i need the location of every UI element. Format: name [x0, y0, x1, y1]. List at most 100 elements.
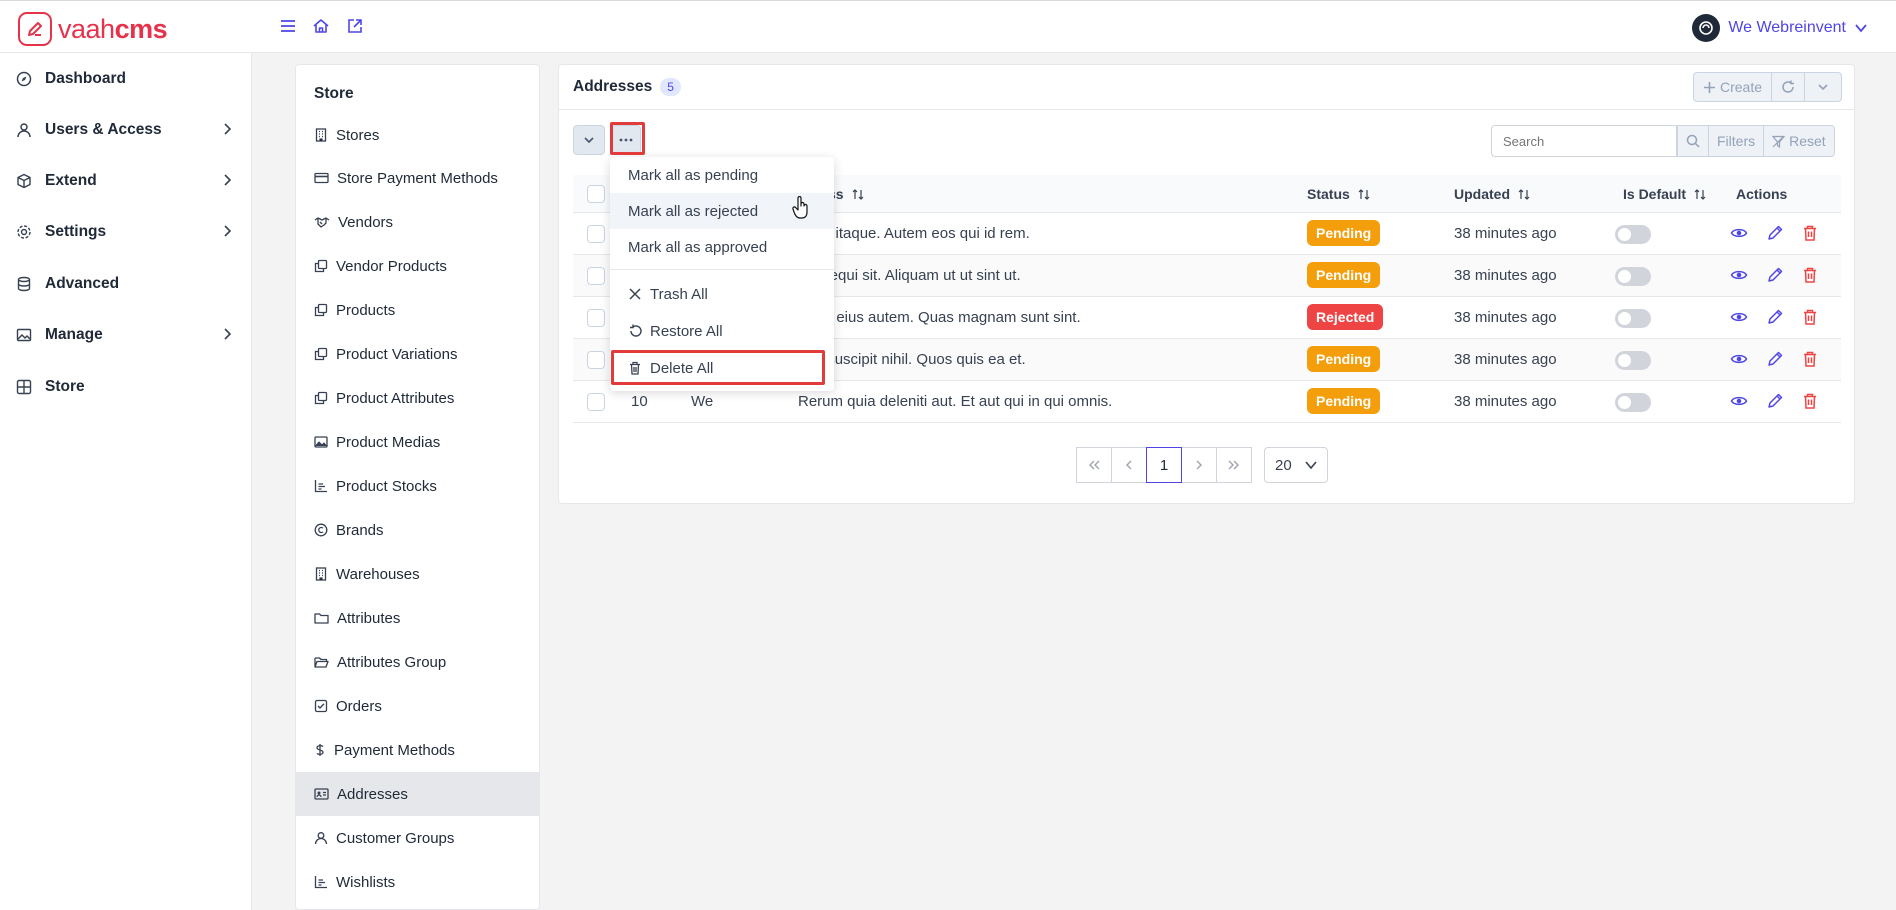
edit-icon[interactable]: [1766, 350, 1784, 368]
sidebar-item-dashboard[interactable]: Dashboard: [0, 59, 252, 99]
store-menu-item-orders[interactable]: Orders: [296, 684, 539, 728]
store-menu-item-store-payment-methods[interactable]: Store Payment Methods: [296, 156, 539, 200]
external-link-icon[interactable]: [346, 17, 364, 35]
edit-icon[interactable]: [1766, 224, 1784, 242]
restore-all-item[interactable]: Restore All: [610, 313, 834, 349]
search-button[interactable]: [1678, 126, 1709, 156]
mark-all-pending-item[interactable]: Mark all as pending: [610, 157, 834, 193]
cube-icon: [17, 173, 31, 189]
store-menu-item-product-stocks[interactable]: Product Stocks: [296, 464, 539, 508]
is-default-column-header[interactable]: Is Default: [1623, 186, 1706, 202]
row-checkbox[interactable]: [587, 393, 605, 411]
view-icon[interactable]: [1730, 392, 1748, 410]
logo[interactable]: vaahcms: [18, 12, 168, 46]
user-menu[interactable]: We Webreinvent: [1692, 14, 1868, 42]
view-icon[interactable]: [1730, 224, 1748, 242]
sidebar-item-store[interactable]: Store: [0, 367, 252, 407]
sidebar-item-extend[interactable]: Extend: [0, 161, 252, 201]
card-header: Addresses 5 Create: [559, 65, 1854, 110]
first-page-button[interactable]: [1076, 447, 1112, 483]
select-all-checkbox[interactable]: [587, 185, 605, 203]
store-menu-item-vendors[interactable]: Vendors: [296, 200, 539, 244]
chevron-right-icon: [224, 123, 232, 135]
row-checkbox[interactable]: [587, 351, 605, 369]
home-icon[interactable]: [312, 17, 330, 35]
view-icon[interactable]: [1730, 350, 1748, 368]
store-menu-item-product-variations[interactable]: Product Variations: [296, 332, 539, 376]
view-icon[interactable]: [1730, 266, 1748, 284]
sidebar-item-users-access[interactable]: Users & Access: [0, 110, 252, 150]
chart-bar-icon: [314, 875, 328, 889]
trash-icon[interactable]: [1801, 266, 1819, 284]
view-icon[interactable]: [1730, 308, 1748, 326]
ellipsis-icon: [619, 138, 633, 142]
bulk-actions-button[interactable]: [611, 125, 641, 155]
delete-all-item[interactable]: Delete All: [610, 350, 834, 386]
updated-column-header[interactable]: Updated: [1454, 186, 1530, 202]
create-button[interactable]: Create: [1694, 73, 1772, 101]
store-menu-item-product-attributes[interactable]: Product Attributes: [296, 376, 539, 420]
updated-cell: 38 minutes ago: [1454, 309, 1557, 326]
store-menu-item-product-medias[interactable]: Product Medias: [296, 420, 539, 464]
mark-all-approved-item[interactable]: Mark all as approved: [610, 229, 834, 265]
store-menu-panel: Store Stores Store Payment Methods Vendors…: [295, 64, 540, 910]
name-cell: We: [691, 393, 714, 410]
is-default-toggle[interactable]: [1615, 267, 1651, 286]
edit-icon[interactable]: [1766, 308, 1784, 326]
filters-button[interactable]: Filters: [1709, 126, 1765, 156]
is-default-toggle[interactable]: [1615, 225, 1651, 244]
compass-icon: [16, 71, 32, 87]
chevron-down-icon: [584, 137, 594, 144]
store-menu-item-attributes[interactable]: Attributes: [296, 596, 539, 640]
reset-button[interactable]: Reset: [1764, 126, 1834, 156]
status-column-header[interactable]: Status: [1307, 186, 1370, 202]
is-default-toggle[interactable]: [1615, 351, 1651, 370]
handshake-icon: [314, 215, 330, 229]
edit-icon[interactable]: [1766, 392, 1784, 410]
store-menu-item-vendor-products[interactable]: Vendor Products: [296, 244, 539, 288]
prev-page-button[interactable]: [1111, 447, 1147, 483]
trash-all-item[interactable]: Trash All: [610, 276, 834, 312]
bulk-select-dropdown[interactable]: [573, 125, 605, 155]
address-cell: Rerum quia deleniti aut. Et aut qui in q…: [798, 393, 1113, 410]
store-menu-item-brands[interactable]: Brands: [296, 508, 539, 552]
sidebar-item-manage[interactable]: Manage: [0, 315, 252, 355]
store-menu-item-products[interactable]: Products: [296, 288, 539, 332]
store-menu-item-addresses[interactable]: Addresses: [296, 772, 539, 816]
store-menu-item-payment-methods[interactable]: Payment Methods: [296, 728, 539, 772]
sidebar-item-settings[interactable]: Settings: [0, 212, 252, 252]
trash-icon[interactable]: [1801, 350, 1819, 368]
image-icon: [16, 328, 32, 342]
database-icon: [17, 276, 31, 292]
trash-icon[interactable]: [1801, 308, 1819, 326]
updated-cell: 38 minutes ago: [1454, 351, 1557, 368]
edit-icon[interactable]: [1766, 266, 1784, 284]
store-menu-item-wishlists[interactable]: Wishlists: [296, 860, 539, 904]
store-menu-item-attributes-group[interactable]: Attributes Group: [296, 640, 539, 684]
trash-icon[interactable]: [1801, 224, 1819, 242]
store-menu-item-warehouses[interactable]: Warehouses: [296, 552, 539, 596]
more-actions-dropdown[interactable]: [1805, 73, 1841, 101]
user-icon: [17, 123, 31, 138]
next-page-button[interactable]: [1181, 447, 1217, 483]
rows-per-page-select[interactable]: 20: [1264, 447, 1328, 483]
status-badge: Pending: [1307, 388, 1381, 414]
row-checkbox[interactable]: [587, 267, 605, 285]
store-menu-item-stores[interactable]: Stores: [296, 113, 539, 157]
last-page-button[interactable]: [1216, 447, 1252, 483]
clone-icon: [314, 347, 328, 361]
status-badge: Pending: [1307, 220, 1381, 246]
row-checkbox[interactable]: [587, 225, 605, 243]
menu-toggle-icon[interactable]: [279, 17, 297, 35]
trash-icon[interactable]: [1801, 392, 1819, 410]
refresh-button[interactable]: [1772, 73, 1805, 101]
is-default-toggle[interactable]: [1615, 309, 1651, 328]
chevron-down-icon: [1818, 84, 1828, 91]
page-button-current[interactable]: 1: [1146, 447, 1182, 483]
store-menu-item-customer-groups[interactable]: Customer Groups: [296, 816, 539, 860]
search-input[interactable]: [1491, 125, 1677, 157]
clone-icon: [314, 391, 328, 405]
is-default-toggle[interactable]: [1615, 393, 1651, 412]
row-checkbox[interactable]: [587, 309, 605, 327]
sidebar-item-advanced[interactable]: Advanced: [0, 264, 252, 304]
